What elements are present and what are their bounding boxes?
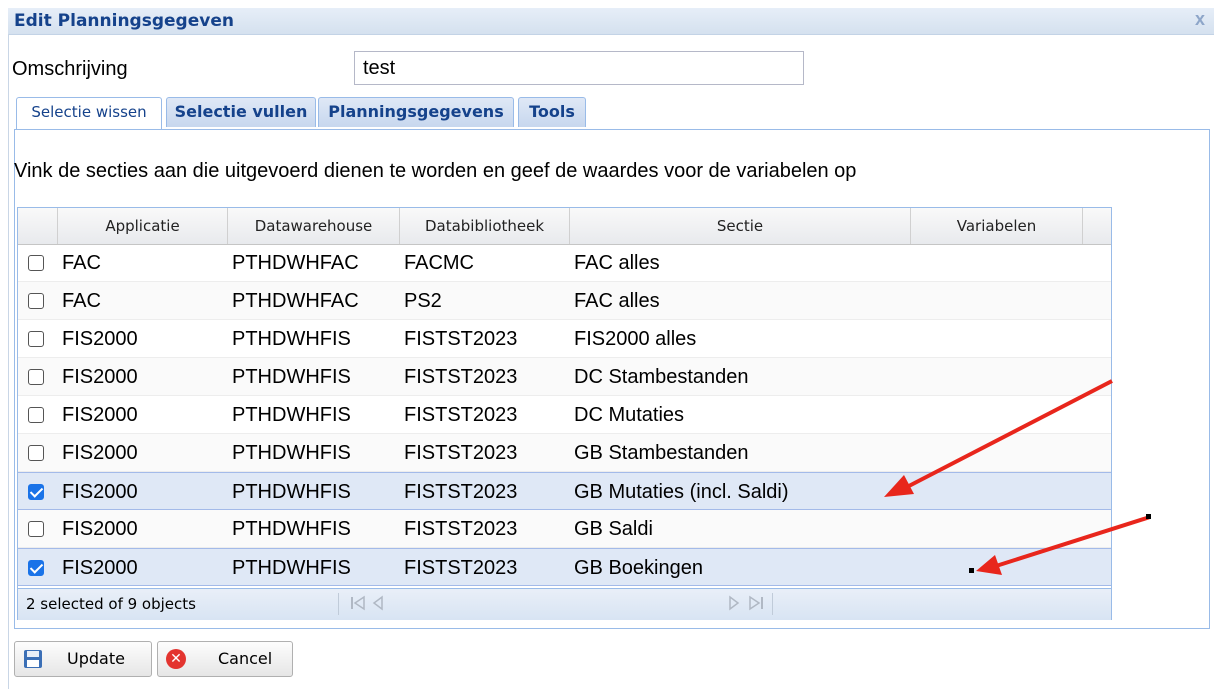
header-variabelen[interactable]: Variabelen	[911, 208, 1083, 244]
save-icon	[24, 650, 42, 668]
toolbar-separator	[338, 593, 339, 615]
cell-applicatie: FIS2000	[62, 442, 138, 464]
tab-tools[interactable]: Tools	[518, 97, 586, 127]
row-checkbox[interactable]	[28, 521, 44, 537]
selection-count: 2 selected of 9 objects	[26, 595, 196, 613]
row-checkbox[interactable]	[28, 407, 44, 423]
cell-datawarehouse: PTHDWHFIS	[232, 366, 351, 388]
grid-header: Applicatie Datawarehouse Databibliotheek…	[18, 208, 1111, 245]
cell-applicatie: FIS2000	[62, 404, 138, 426]
header-datawarehouse[interactable]: Datawarehouse	[228, 208, 400, 244]
tab-selectie-wissen[interactable]: Selectie wissen	[16, 97, 162, 129]
cell-datawarehouse: PTHDWHFIS	[232, 557, 351, 579]
prev-page-icon[interactable]	[372, 595, 384, 614]
cell-sectie: GB Mutaties (incl. Saldi)	[574, 481, 789, 503]
cancel-icon: ✕	[166, 649, 186, 669]
header-applicatie[interactable]: Applicatie	[58, 208, 228, 244]
cancel-button[interactable]: ✕ Cancel	[157, 641, 293, 677]
cell-applicatie: FIS2000	[62, 366, 138, 388]
omschrijving-input[interactable]	[354, 51, 804, 85]
last-page-icon[interactable]	[748, 595, 764, 614]
omschrijving-label: Omschrijving	[12, 58, 128, 80]
table-row[interactable]: FAC PTHDWHFAC PS2 FAC alles	[18, 282, 1111, 320]
cell-sectie: GB Stambestanden	[574, 442, 749, 464]
cell-applicatie: FAC	[62, 290, 101, 312]
table-row[interactable]: FIS2000 PTHDWHFIS FISTST2023 GB Saldi	[18, 510, 1111, 548]
cell-applicatie: FIS2000	[62, 557, 138, 579]
cell-databibliotheek: FISTST2023	[404, 518, 518, 540]
table-row[interactable]: FIS2000 PTHDWHFIS FISTST2023 FIS2000 alles	[18, 320, 1111, 358]
toolbar-separator	[772, 593, 773, 615]
cell-databibliotheek: FISTST2023	[404, 328, 518, 350]
cell-databibliotheek: FISTST2023	[404, 366, 518, 388]
row-checkbox[interactable]	[28, 331, 44, 347]
header-databibliotheek[interactable]: Databibliotheek	[400, 208, 570, 244]
cell-sectie: GB Saldi	[574, 518, 653, 540]
grid-paging-toolbar: 2 selected of 9 objects	[18, 588, 1111, 620]
update-button[interactable]: Update	[14, 641, 152, 677]
cell-datawarehouse: PTHDWHFIS	[232, 328, 351, 350]
table-row[interactable]: FIS2000 PTHDWHFIS FISTST2023 GB Mutaties (i…	[18, 472, 1111, 510]
cell-databibliotheek: FISTST2023	[404, 481, 518, 503]
close-icon[interactable]: x	[1190, 9, 1210, 29]
tab-selectie-vullen[interactable]: Selectie vullen	[166, 97, 316, 127]
next-page-icon[interactable]	[728, 595, 740, 614]
cell-databibliotheek: FISTST2023	[404, 442, 518, 464]
cell-datawarehouse: PTHDWHFIS	[232, 442, 351, 464]
row-checkbox[interactable]	[28, 560, 44, 576]
window-titlebar: Edit Planningsgegeven x	[8, 8, 1214, 35]
table-row[interactable]: FIS2000 PTHDWHFIS FISTST2023 GB Boekingen	[18, 548, 1111, 586]
header-sectie[interactable]: Sectie	[570, 208, 911, 244]
cell-databibliotheek: FACMC	[404, 252, 474, 274]
table-row[interactable]: FIS2000 PTHDWHFIS FISTST2023 DC Mutaties	[18, 396, 1111, 434]
cell-datawarehouse: PTHDWHFIS	[232, 404, 351, 426]
cell-databibliotheek: PS2	[404, 290, 442, 312]
table-row[interactable]: FIS2000 PTHDWHFIS FISTST2023 DC Stambestand…	[18, 358, 1111, 396]
row-checkbox[interactable]	[28, 255, 44, 271]
cell-datawarehouse: PTHDWHFIS	[232, 518, 351, 540]
cell-databibliotheek: FISTST2023	[404, 404, 518, 426]
cell-datawarehouse: PTHDWHFAC	[232, 252, 359, 274]
update-label: Update	[67, 649, 125, 668]
cell-sectie: FAC alles	[574, 290, 660, 312]
table-row[interactable]: FAC PTHDWHFAC FACMC FAC alles	[18, 244, 1111, 282]
tab-planningsgegevens[interactable]: Planningsgegevens	[318, 97, 514, 127]
cell-sectie: GB Boekingen	[574, 557, 703, 579]
cell-databibliotheek: FISTST2023	[404, 557, 518, 579]
cell-applicatie: FIS2000	[62, 481, 138, 503]
sections-grid: Applicatie Datawarehouse Databibliotheek…	[17, 207, 1112, 620]
cell-applicatie: FIS2000	[62, 328, 138, 350]
cell-sectie: DC Mutaties	[574, 404, 685, 426]
cell-sectie: FIS2000 alles	[574, 328, 697, 350]
window-title: Edit Planningsgegeven	[14, 11, 234, 31]
cell-datawarehouse: PTHDWHFIS	[232, 481, 351, 503]
row-checkbox[interactable]	[28, 293, 44, 309]
cell-sectie: FAC alles	[574, 252, 660, 274]
cell-applicatie: FAC	[62, 252, 101, 274]
cell-sectie: DC Stambestanden	[574, 366, 749, 388]
cell-applicatie: FIS2000	[62, 518, 138, 540]
cell-datawarehouse: PTHDWHFAC	[232, 290, 359, 312]
row-checkbox[interactable]	[28, 369, 44, 385]
cancel-label: Cancel	[218, 649, 273, 668]
row-checkbox[interactable]	[28, 484, 44, 500]
window-border	[8, 34, 9, 689]
header-checkbox-column	[18, 208, 58, 244]
row-checkbox[interactable]	[28, 445, 44, 461]
first-page-icon[interactable]	[350, 595, 366, 614]
instruction-text: Vink de secties aan die uitgevoerd diene…	[14, 160, 857, 182]
table-row[interactable]: FIS2000 PTHDWHFIS FISTST2023 GB Stambestand…	[18, 434, 1111, 472]
